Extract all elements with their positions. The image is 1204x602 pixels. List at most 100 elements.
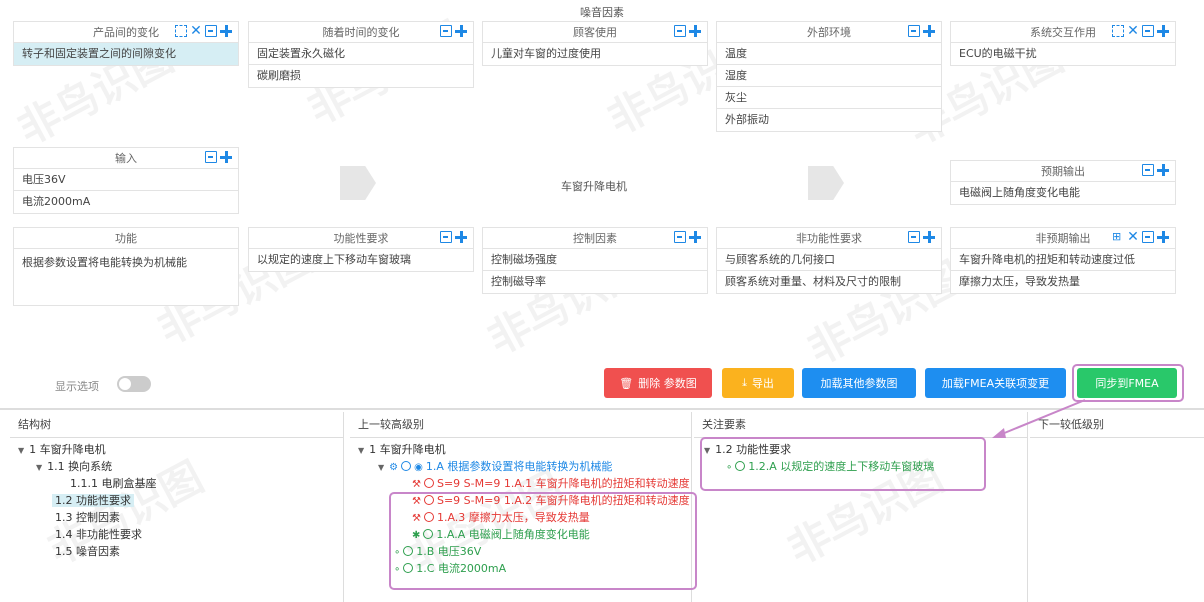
circle-icon bbox=[423, 529, 434, 539]
requirement-node[interactable]: ∘ 1.2.A 以规定的速度上下移动车窗玻璃 bbox=[726, 459, 934, 476]
add-icon[interactable] bbox=[923, 25, 935, 37]
card-function: 功能 根据参数设置将电能转换为机械能 bbox=[13, 227, 239, 306]
card-title: 功能 bbox=[115, 232, 137, 245]
add-icon[interactable] bbox=[1157, 231, 1169, 243]
add-icon[interactable] bbox=[455, 25, 467, 37]
list-item[interactable]: 与顾客系统的几何接口 bbox=[717, 249, 941, 271]
list-item[interactable]: 根据参数设置将电能转换为机械能 bbox=[14, 249, 238, 305]
list-item[interactable]: 湿度 bbox=[717, 65, 941, 87]
load-other-diagram-button[interactable]: 加载其他参数图 bbox=[802, 368, 916, 398]
list-item[interactable]: 以规定的速度上下移动车窗玻璃 bbox=[249, 249, 473, 271]
tree-structure-icon[interactable]: ⊞ bbox=[1112, 231, 1124, 243]
status-icon: ◉ bbox=[414, 462, 423, 473]
list-item[interactable]: 电压36V bbox=[14, 169, 238, 191]
hammer-icon: ⚒ bbox=[412, 479, 421, 490]
tree-node[interactable]: ▼ 1 车窗升降电机 bbox=[358, 442, 446, 459]
input-node[interactable]: ∘ 1.B 电压36V bbox=[394, 544, 481, 561]
save-icon[interactable] bbox=[440, 231, 452, 243]
list-item[interactable]: 外部振动 bbox=[717, 109, 941, 131]
panel-header: 上一较高级别 bbox=[350, 412, 691, 438]
section-divider bbox=[0, 408, 1204, 410]
expand-icon: ▼ bbox=[36, 463, 43, 472]
list-item[interactable]: 摩擦力太压，导致发热量 bbox=[951, 271, 1175, 293]
list-item[interactable]: 固定装置永久磁化 bbox=[249, 43, 473, 65]
list-item[interactable]: 儿童对车窗的过度使用 bbox=[483, 43, 707, 65]
list-item[interactable]: 电磁阀上随角度变化电能 bbox=[951, 182, 1175, 204]
tree-node[interactable]: 1.1.1 电刷盒基座 bbox=[70, 476, 157, 492]
panel-header: 结构树 bbox=[10, 412, 343, 438]
circle-icon bbox=[403, 546, 414, 556]
add-icon[interactable] bbox=[220, 25, 232, 37]
save-icon[interactable] bbox=[205, 151, 217, 163]
circle-icon bbox=[735, 461, 746, 471]
failure-node[interactable]: ⚒ 1.A.3 摩擦力太压，导致发热量 bbox=[412, 510, 590, 527]
download-icon: ⤓ bbox=[742, 376, 747, 389]
show-options-toggle[interactable] bbox=[117, 376, 151, 392]
circle-icon bbox=[401, 461, 412, 471]
list-item[interactable]: 转子和固定装置之间的间隙变化 bbox=[14, 43, 238, 65]
tree-node[interactable]: 1.5 噪音因素 bbox=[55, 544, 120, 560]
add-icon[interactable] bbox=[220, 151, 232, 163]
list-item[interactable]: 顾客系统对重量、材料及尺寸的限制 bbox=[717, 271, 941, 293]
list-item[interactable]: 车窗升降电机的扭矩和转动速度过低 bbox=[951, 249, 1175, 271]
center-system-label: 车窗升降电机 bbox=[561, 180, 627, 193]
close-icon[interactable]: ✕ bbox=[1127, 230, 1139, 244]
tree-node[interactable]: ▼ 1.2 功能性要求 bbox=[704, 442, 791, 459]
add-icon[interactable] bbox=[923, 231, 935, 243]
card-title: 非预期输出 bbox=[1035, 232, 1091, 245]
card-non-functional-req: 非功能性要求 与顾客系统的几何接口 顾客系统对重量、材料及尺寸的限制 bbox=[716, 227, 942, 294]
add-icon[interactable] bbox=[1157, 164, 1169, 176]
select-icon[interactable] bbox=[175, 25, 187, 37]
save-icon[interactable] bbox=[674, 25, 686, 37]
output-node[interactable]: ✱ 1.A.A 电磁阀上随角度变化电能 bbox=[412, 527, 590, 544]
expand-icon: ▼ bbox=[358, 446, 365, 455]
card-title: 控制因素 bbox=[573, 232, 617, 245]
circle-icon bbox=[403, 563, 414, 573]
tree-node[interactable]: 1.4 非功能性要求 bbox=[55, 527, 142, 543]
tree-node-selected[interactable]: 1.2 功能性要求 bbox=[52, 493, 134, 509]
gear-icon: ⚙ bbox=[389, 462, 399, 473]
add-icon[interactable] bbox=[689, 25, 701, 37]
tree-node[interactable]: 1.3 控制因素 bbox=[55, 510, 120, 526]
card-expected-output: 预期输出 电磁阀上随角度变化电能 bbox=[950, 160, 1176, 205]
expand-icon: ▼ bbox=[18, 446, 25, 455]
trash-icon: 🗑 bbox=[619, 376, 634, 390]
show-options-label: 显示选项 bbox=[55, 380, 99, 393]
card-unexpected-output: 非预期输出 ⊞ ✕ 车窗升降电机的扭矩和转动速度过低 摩擦力太压，导致发热量 bbox=[950, 227, 1176, 294]
load-fmea-changes-button[interactable]: 加载FMEA关联项变更 bbox=[925, 368, 1066, 398]
failure-node[interactable]: ⚒ S=9 S-M=9 1.A.1 车窗升降电机的扭矩和转动速度 bbox=[412, 476, 690, 493]
close-icon[interactable]: ✕ bbox=[190, 24, 202, 38]
save-icon[interactable] bbox=[1142, 231, 1154, 243]
add-icon[interactable] bbox=[689, 231, 701, 243]
tree-node[interactable]: ▼ 1 车窗升降电机 bbox=[18, 442, 106, 459]
save-icon[interactable] bbox=[1142, 164, 1154, 176]
save-icon[interactable] bbox=[908, 231, 920, 243]
add-icon[interactable] bbox=[1157, 25, 1169, 37]
list-item[interactable]: 电流2000mA bbox=[14, 191, 238, 213]
save-icon[interactable] bbox=[205, 25, 217, 37]
input-node[interactable]: ∘ 1.C 电流2000mA bbox=[394, 561, 506, 578]
list-item[interactable]: 温度 bbox=[717, 43, 941, 65]
list-item[interactable]: 控制磁导率 bbox=[483, 271, 707, 293]
failure-node[interactable]: ⚒ S=9 S-M=9 1.A.2 车窗升降电机的扭矩和转动速度 bbox=[412, 493, 690, 510]
function-node[interactable]: ▼ ⚙ ◉ 1.A 根据参数设置将电能转换为机械能 bbox=[378, 459, 612, 476]
list-item[interactable]: 碳刷磨损 bbox=[249, 65, 473, 87]
export-button[interactable]: ⤓ 导出 bbox=[722, 368, 794, 398]
hammer-icon: ⚒ bbox=[412, 513, 421, 524]
list-item[interactable]: 灰尘 bbox=[717, 87, 941, 109]
list-item[interactable]: ECU的电磁干扰 bbox=[951, 43, 1175, 65]
save-icon[interactable] bbox=[1142, 25, 1154, 37]
sync-fmea-button[interactable]: 同步到FMEA bbox=[1077, 368, 1177, 398]
select-icon[interactable] bbox=[1112, 25, 1124, 37]
card-title: 随着时间的变化 bbox=[322, 26, 400, 39]
close-icon[interactable]: ✕ bbox=[1127, 24, 1139, 38]
card-functional-req: 功能性要求 以规定的速度上下移动车窗玻璃 bbox=[248, 227, 474, 272]
save-icon[interactable] bbox=[674, 231, 686, 243]
add-icon[interactable] bbox=[455, 231, 467, 243]
save-icon[interactable] bbox=[440, 25, 452, 37]
delete-diagram-button[interactable]: 🗑 删除 参数图 bbox=[604, 368, 712, 398]
tree-node[interactable]: ▼ 1.1 换向系统 bbox=[36, 459, 112, 476]
flow-arrow-icon bbox=[340, 166, 376, 200]
save-icon[interactable] bbox=[908, 25, 920, 37]
list-item[interactable]: 控制磁场强度 bbox=[483, 249, 707, 271]
